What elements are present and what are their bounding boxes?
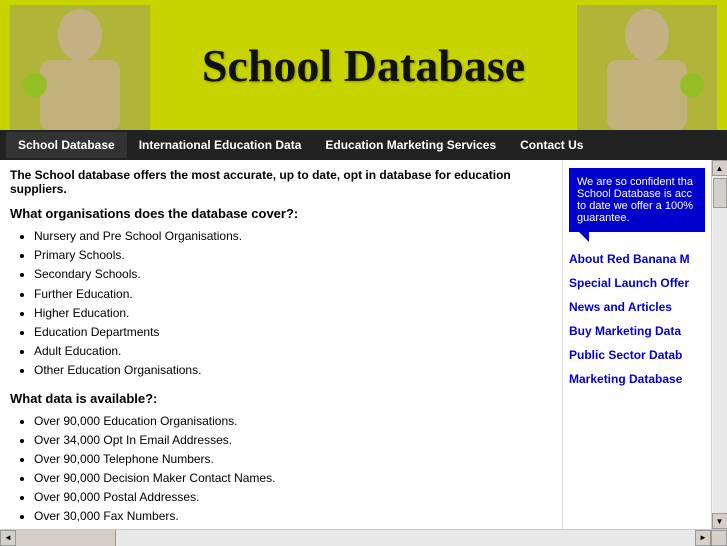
list-item: Further Education. xyxy=(34,285,552,304)
section1-list: Nursery and Pre School Organisations. Pr… xyxy=(10,227,552,381)
section2-heading: What data is available?: xyxy=(10,391,552,406)
confidence-box: We are so confident tha School Database … xyxy=(569,168,705,232)
sidebar-link-marketing[interactable]: Marketing Database xyxy=(569,370,705,388)
list-item: Nursery and Pre School Organisations. xyxy=(34,227,552,246)
scroll-thumb[interactable] xyxy=(713,178,727,208)
nav-item-school-database[interactable]: School Database xyxy=(6,132,127,158)
sidebar-link-launch[interactable]: Special Launch Offer xyxy=(569,274,705,292)
list-item: Over 90,000 Education Organisations. xyxy=(34,412,552,431)
list-item: Over 30,000 Fax Numbers. xyxy=(34,507,552,526)
section1-heading: What organisations does the database cov… xyxy=(10,206,552,221)
list-item: Higher Education. xyxy=(34,304,552,323)
resize-handle[interactable] xyxy=(711,530,727,546)
scroll-down-arrow[interactable]: ▼ xyxy=(712,513,727,529)
h-scroll-track[interactable] xyxy=(116,530,695,546)
list-item: Primary Schools. xyxy=(34,246,552,265)
sidebar: We are so confident tha School Database … xyxy=(563,160,711,529)
nav-item-international[interactable]: International Education Data xyxy=(127,132,314,158)
list-item: Education Departments xyxy=(34,323,552,342)
sidebar-link-buy[interactable]: Buy Marketing Data xyxy=(569,322,705,340)
banner-title: School Database xyxy=(202,39,525,92)
list-item: Other Education Organisations. xyxy=(34,361,552,380)
person-left-image xyxy=(10,5,150,130)
scroll-track[interactable] xyxy=(713,176,727,513)
intro-text: The School database offers the most accu… xyxy=(10,168,552,196)
nav-bar: School Database International Education … xyxy=(0,130,727,160)
scroll-up-arrow[interactable]: ▲ xyxy=(712,160,727,176)
person-right-image xyxy=(577,5,717,130)
main-content: The School database offers the most accu… xyxy=(0,160,563,529)
scroll-area: The School database offers the most accu… xyxy=(0,160,727,529)
list-item: Secondary Schools. xyxy=(34,265,552,284)
sidebar-link-news[interactable]: News and Articles xyxy=(569,298,705,316)
scroll-left-arrow[interactable]: ◄ xyxy=(0,530,16,546)
scroll-right-arrow[interactable]: ► xyxy=(695,530,711,546)
list-item: Over 90,000 Telephone Numbers. xyxy=(34,450,552,469)
list-item: Adult Education. xyxy=(34,342,552,361)
nav-item-contact[interactable]: Contact Us xyxy=(508,132,595,158)
list-item: Over 34,000 Opt In Email Addresses. xyxy=(34,431,552,450)
bottom-scrollbar: ◄ ► xyxy=(0,529,727,545)
sidebar-link-about[interactable]: About Red Banana M xyxy=(569,250,705,268)
nav-item-marketing[interactable]: Education Marketing Services xyxy=(313,132,508,158)
scroll-divider xyxy=(16,530,116,546)
list-item: Over 90,000 Postal Addresses. xyxy=(34,488,552,507)
content-area: The School database offers the most accu… xyxy=(0,160,711,529)
page-wrapper: School Database School Database Internat… xyxy=(0,0,727,545)
header-banner: School Database xyxy=(0,0,727,130)
sidebar-link-public[interactable]: Public Sector Datab xyxy=(569,346,705,364)
vertical-scrollbar: ▲ ▼ xyxy=(711,160,727,529)
list-item: Over 90,000 Decision Maker Contact Names… xyxy=(34,469,552,488)
section2-list: Over 90,000 Education Organisations. Ove… xyxy=(10,412,552,530)
